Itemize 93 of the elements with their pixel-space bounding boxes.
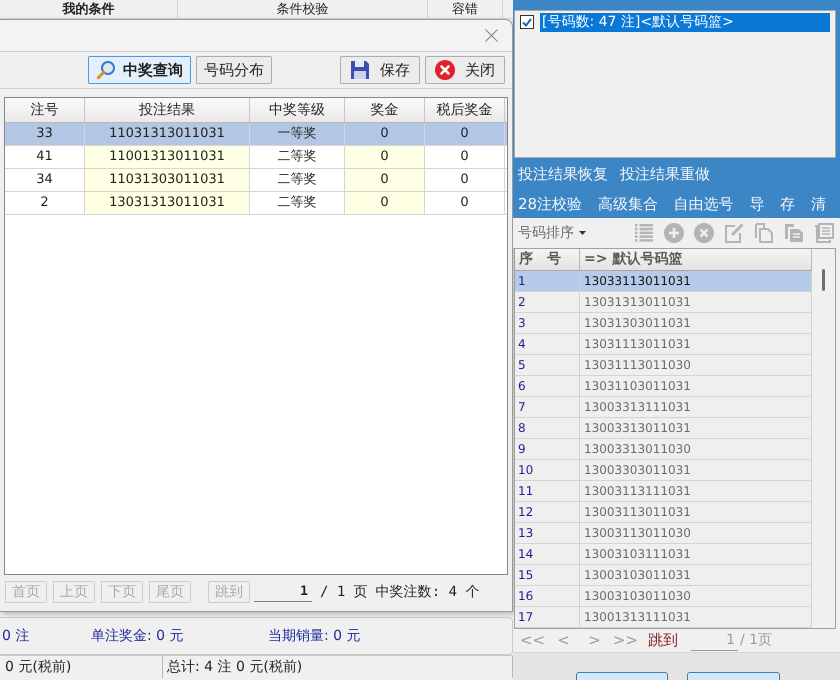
table-cell: 0 <box>425 192 505 214</box>
grid-row[interactable]: 13 13003113011030 <box>515 523 812 544</box>
row-number: 4 <box>515 334 580 354</box>
toolbar-button[interactable]: 保存 <box>340 56 420 84</box>
action-link[interactable]: 导 <box>749 192 764 216</box>
table-cell: 0 <box>345 123 425 145</box>
grid-row[interactable]: 7 13003313111031 <box>515 397 812 418</box>
row-number: 6 <box>515 376 580 396</box>
table-row[interactable]: 2 13031313011031 二等奖 0 0 <box>5 192 507 215</box>
table-cell: 11031303011031 <box>85 169 250 191</box>
row-number: 14 <box>515 544 580 564</box>
grid-row[interactable]: 10 13003303011031 <box>515 460 812 481</box>
table-cell: 33 <box>5 123 85 145</box>
toolbar-button[interactable]: 关闭 <box>425 56 505 84</box>
grid-row[interactable]: 11 13003113111031 <box>515 481 812 502</box>
caret-icon <box>579 231 586 235</box>
table-row[interactable]: 33 11031313011031 一等奖 0 0 <box>5 123 507 146</box>
grid-row[interactable]: 2 13031313011031 <box>515 292 812 313</box>
row-number: 8 <box>515 418 580 438</box>
grid-row[interactable]: 5 13031113011030 <box>515 355 812 376</box>
table-cell: 0 <box>345 146 425 168</box>
table-cell: 0 <box>425 123 505 145</box>
row-number: 9 <box>515 439 580 459</box>
close-icon <box>484 29 498 42</box>
action-button[interactable] <box>576 672 668 680</box>
toolbar-button[interactable]: 中奖查询 <box>88 56 191 84</box>
grid-row[interactable]: 4 13031113011031 <box>515 334 812 355</box>
column-header[interactable]: 税后奖金 <box>425 98 505 122</box>
row-number: 13 <box>515 523 580 543</box>
summary-text: 当期销量: 0 元 <box>268 626 361 646</box>
grid-row[interactable]: 8 13003313011031 <box>515 418 812 439</box>
table-cell: 0 <box>345 192 425 214</box>
column-header[interactable]: 投注结果 <box>85 98 250 122</box>
column-header: 容错 <box>428 0 503 18</box>
scroll-thumb[interactable] <box>822 269 825 291</box>
row-number: 17 <box>515 607 580 627</box>
grid-row[interactable]: 3 13031303011031 <box>515 313 812 334</box>
row-number: 3 <box>515 313 580 333</box>
row-number: 12 <box>515 502 580 522</box>
table-cell: 0 <box>425 146 505 168</box>
grid-row[interactable]: 1 13033113011031 <box>515 271 812 292</box>
win-count: 中奖注数: 4 个 <box>376 582 480 602</box>
row-number: 11 <box>515 481 580 501</box>
action-link[interactable]: 自由选号 <box>674 192 734 216</box>
grid-row[interactable]: 15 13003103011031 <box>515 565 812 586</box>
grid-row[interactable]: 14 13003103111031 <box>515 544 812 565</box>
row-number: 1 <box>515 271 580 291</box>
jump-button[interactable]: 跳到 <box>648 630 678 651</box>
action-link[interactable]: 投注结果恢复 <box>518 162 608 186</box>
list-item[interactable]: [号码数: 47 注]<默认号码篮> <box>540 12 830 32</box>
row-number: 15 <box>515 565 580 585</box>
row-number: 2 <box>515 292 580 312</box>
column-header[interactable]: 注号 <box>5 98 85 122</box>
checkbox[interactable] <box>520 15 534 29</box>
summary-text: 单注奖金: 0 元 <box>91 626 184 646</box>
row-number: 7 <box>515 397 580 417</box>
summary-text: 0 注 <box>2 626 30 646</box>
page-total: / 1 页 <box>320 582 368 602</box>
toolbar-button[interactable]: 号码分布 <box>196 56 272 84</box>
action-link[interactable]: 清 <box>811 192 826 216</box>
column-header: 条件校验 <box>178 0 428 18</box>
column-header: 我的条件 <box>0 0 178 18</box>
status-text: 0 元(税前) <box>0 656 163 678</box>
search-icon <box>96 60 116 80</box>
table-cell: 11001313011031 <box>85 146 250 168</box>
close-button[interactable] <box>482 26 500 44</box>
grid-row[interactable]: 12 13003113011031 <box>515 502 812 523</box>
row-number: 10 <box>515 460 580 480</box>
action-link[interactable]: 28注校验 <box>518 192 582 216</box>
sort-dropdown[interactable]: 号码排序 <box>518 222 586 244</box>
x-circle-icon <box>435 60 455 80</box>
column-header[interactable]: 序 号 <box>515 249 580 270</box>
table-cell: 一等奖 <box>250 123 345 145</box>
table-row[interactable]: 41 11001313011031 二等奖 0 0 <box>5 146 507 169</box>
table-cell: 0 <box>345 169 425 191</box>
column-header[interactable]: 奖金 <box>345 98 425 122</box>
page-total: / 1页 <box>740 631 772 650</box>
table-cell: 13031313011031 <box>85 192 250 214</box>
table-cell: 0 <box>425 169 505 191</box>
row-number: 5 <box>515 355 580 375</box>
table-cell: 11031313011031 <box>85 123 250 145</box>
grid-row[interactable]: 17 13001313111031 <box>515 607 812 628</box>
page-input[interactable]: 1 <box>254 582 312 602</box>
row-number: 16 <box>515 586 580 606</box>
action-link[interactable]: 存 <box>780 192 796 216</box>
grid-row[interactable]: 6 13031103011031 <box>515 376 812 397</box>
column-header[interactable]: 中奖等级 <box>250 98 345 122</box>
action-button[interactable] <box>687 672 780 680</box>
grid-row[interactable]: 16 13003103011030 <box>515 586 812 607</box>
table-row[interactable]: 34 11031303011031 二等奖 0 0 <box>5 169 507 192</box>
action-link[interactable]: 高级集合 <box>598 192 658 216</box>
grid-row[interactable]: 9 13003313011030 <box>515 439 812 460</box>
action-link[interactable]: 投注结果重做 <box>620 162 710 186</box>
